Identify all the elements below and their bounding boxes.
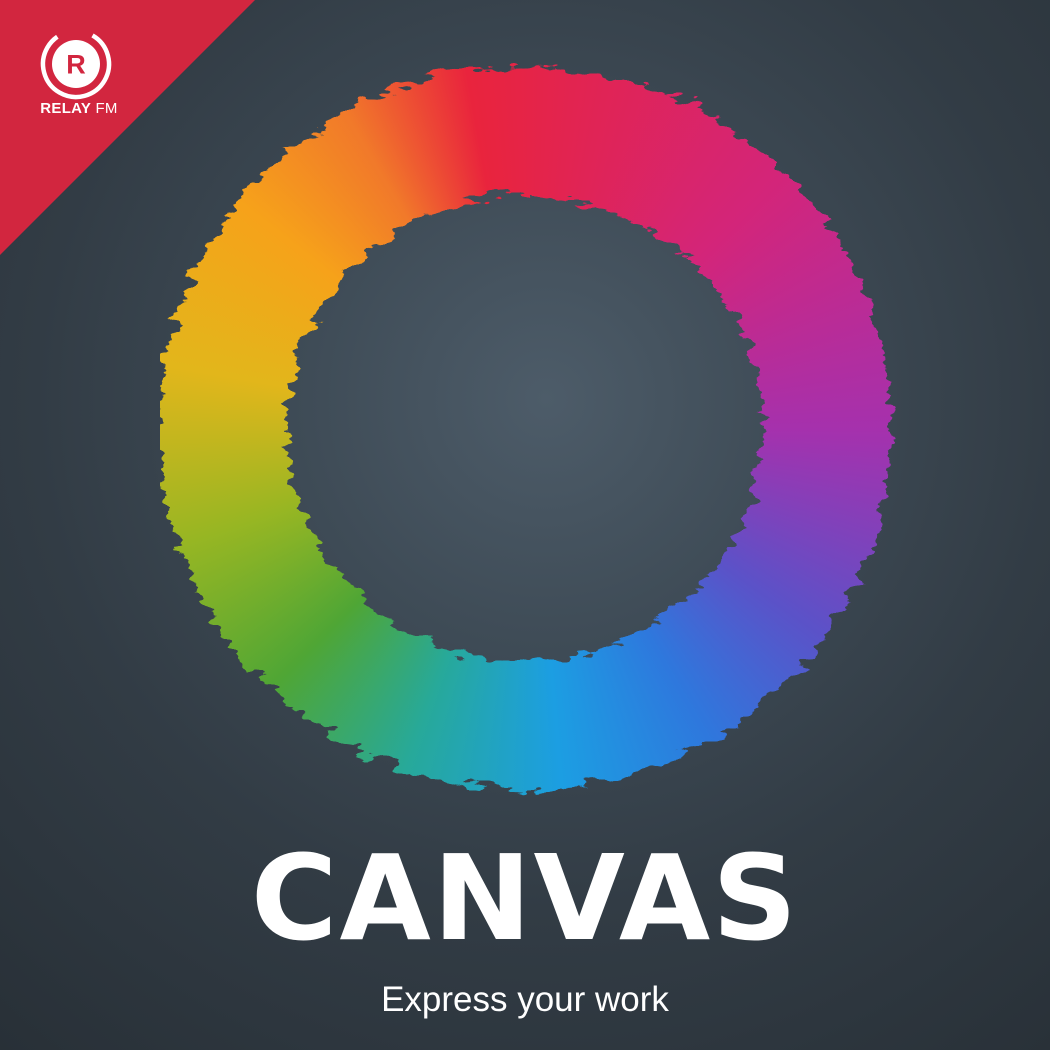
podcast-artwork: R RELAY FM CANVAS Express your work — [0, 0, 1050, 1050]
relay-name-light: FM — [95, 100, 118, 117]
show-tagline: Express your work — [381, 980, 669, 1019]
relay-name-bold: RELAY — [40, 100, 91, 117]
show-title: CANVAS — [250, 829, 800, 967]
relay-logo-letter: R — [66, 50, 86, 80]
relay-fm-wordmark: RELAY FM — [24, 100, 134, 117]
relay-fm-logo-icon[interactable]: R — [38, 26, 114, 102]
